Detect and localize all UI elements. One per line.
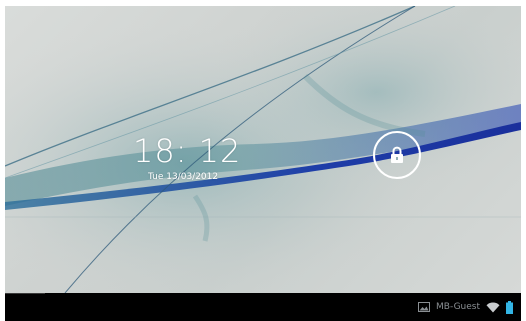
lock-screen-date: Tue 13/03/2012 [148, 172, 219, 182]
unlock-handle[interactable] [373, 131, 421, 179]
wallpaper [5, 6, 521, 293]
wifi-icon [486, 301, 500, 313]
lock-screen: 18: 12 Tue 13/03/2012 MB-Guest [0, 0, 526, 321]
padlock-icon [391, 146, 403, 163]
status-area[interactable]: MB-Guest [418, 299, 513, 315]
battery-icon [506, 300, 513, 314]
lock-screen-clock: 18: 12 [133, 132, 242, 170]
network-name: MB-Guest [436, 302, 480, 312]
gallery-icon [418, 302, 431, 312]
wallpaper-art [5, 6, 521, 293]
system-bar: MB-Guest [5, 293, 521, 321]
nav-divider [5, 293, 45, 294]
